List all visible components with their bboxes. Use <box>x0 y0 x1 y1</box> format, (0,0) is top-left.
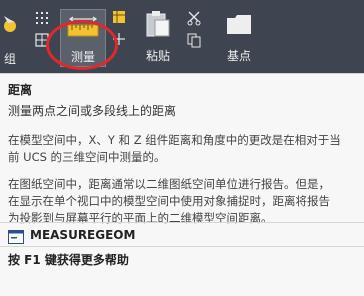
ribbon-panel: 组 测量 粘贴 基点 <box>0 0 364 74</box>
pointer-tool-icon[interactable] <box>2 12 22 34</box>
paragraph-1-line-1: 在模型空间中，X、Y 和 Z 组件距离和角度中的更改是在相对于当 <box>8 133 341 147</box>
clipboard-icon[interactable] <box>144 10 172 38</box>
tooltip-paragraph-2: 在图纸空间中，距离通常以二维图纸空间单位进行报告。但是， 在显示在单个视口中的模… <box>8 176 354 227</box>
paragraph-1-line-2: 前 UCS 的三维空间中测量的。 <box>8 150 166 164</box>
copy-icon[interactable] <box>186 32 202 48</box>
tooltip-title: 距离 <box>8 83 33 97</box>
dot-grid-icon[interactable] <box>34 10 50 26</box>
command-name: MEASUREGEOM <box>30 228 136 242</box>
scissors-icon[interactable] <box>186 10 202 26</box>
table-small-icon[interactable] <box>112 10 126 24</box>
paste-label[interactable]: 粘贴 <box>140 47 176 64</box>
tooltip-paragraph-1: 在模型空间中，X、Y 和 Z 组件距离和角度中的更改是在相对于当 前 UCS 的… <box>8 132 354 166</box>
group-label-left: 组 <box>3 52 16 66</box>
command-window-icon <box>8 229 24 244</box>
tooltip-subtitle: 测量两点之间或多段线上的距离 <box>8 104 177 118</box>
help-hint: 按 F1 键获得更多帮助 <box>8 253 129 267</box>
highlight-circle <box>46 20 118 70</box>
tooltip-divider <box>0 222 364 223</box>
tooltip-panel: 距离 测量两点之间或多段线上的距离 在模型空间中，X、Y 和 Z 组件距离和角度… <box>0 73 364 296</box>
base-point-label[interactable]: 基点 <box>220 47 258 64</box>
paragraph-2-line-2: 在显示在单个视口中的模型空间中使用对象捕捉时，距离将报告 <box>8 194 330 208</box>
paragraph-2-line-3: 为投影到与屏幕平行的平面上的二维模型空间距离。 <box>8 211 273 225</box>
base-point-icon[interactable] <box>226 12 252 36</box>
paragraph-2-line-1: 在图纸空间中，距离通常以二维图纸空间单位进行报告。但是， <box>8 177 330 191</box>
help-divider <box>0 246 364 247</box>
